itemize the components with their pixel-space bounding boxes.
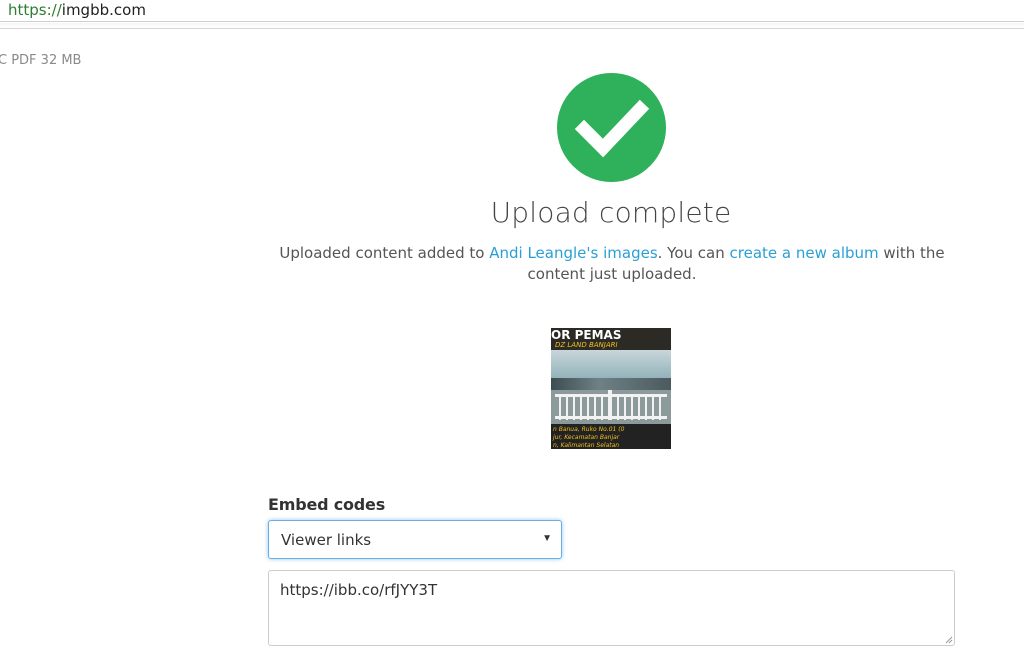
thumb-sub-text: DZ LAND BANJARI (555, 341, 618, 349)
url-text[interactable]: https://imgbb.com (8, 1, 146, 19)
embed-code-value: https://ibb.co/rfJYY3T (280, 581, 438, 599)
uploaded-image-thumbnail[interactable]: OR PEMAS DZ LAND BANJARI n Banua, Ruko N… (551, 328, 671, 449)
embed-codes-select[interactable]: Viewer links ▼ (268, 520, 562, 559)
embed-codes-selected-value: Viewer links (281, 531, 372, 549)
embed-code-textarea[interactable]: https://ibb.co/rfJYY3T (268, 570, 955, 646)
thumb-bottom-line-1: n Banua, Ruko No.01 (0 (553, 426, 625, 433)
toolbar-divider (0, 23, 1024, 29)
resize-grip-icon[interactable] (945, 636, 953, 644)
address-bar[interactable]: https://imgbb.com (0, 0, 1024, 22)
thumb-footer-band: n Banua, Ruko No.01 (0 jur, Kecamatan Ba… (551, 424, 671, 449)
upload-limits-note: C PDF 32 MB (0, 53, 82, 68)
url-host: imgbb.com (61, 1, 146, 19)
thumb-bottom-line-2: jur, Kecamatan Banjar (553, 434, 620, 441)
create-album-link[interactable]: create a new album (730, 244, 879, 262)
desc-middle: . You can (657, 244, 730, 262)
thumb-header-band: OR PEMAS DZ LAND BANJARI (551, 328, 671, 350)
embed-codes-label: Embed codes (268, 495, 386, 514)
owner-images-link[interactable]: Andi Leangle's images (489, 244, 657, 262)
thumb-fence (551, 390, 671, 424)
thumb-sky (551, 350, 671, 380)
caret-down-icon: ▼ (542, 533, 552, 544)
thumb-bottom-line-3: n, Kalimantan Selatan (553, 442, 620, 449)
desc-prefix: Uploaded content added to (279, 244, 490, 262)
thumb-top-text: OR PEMAS (551, 328, 622, 342)
page-title: Upload complete (490, 196, 732, 229)
checkmark-icon (557, 73, 666, 182)
url-scheme: https:// (8, 1, 62, 19)
upload-description: Uploaded content added to Andi Leangle's… (262, 243, 962, 285)
